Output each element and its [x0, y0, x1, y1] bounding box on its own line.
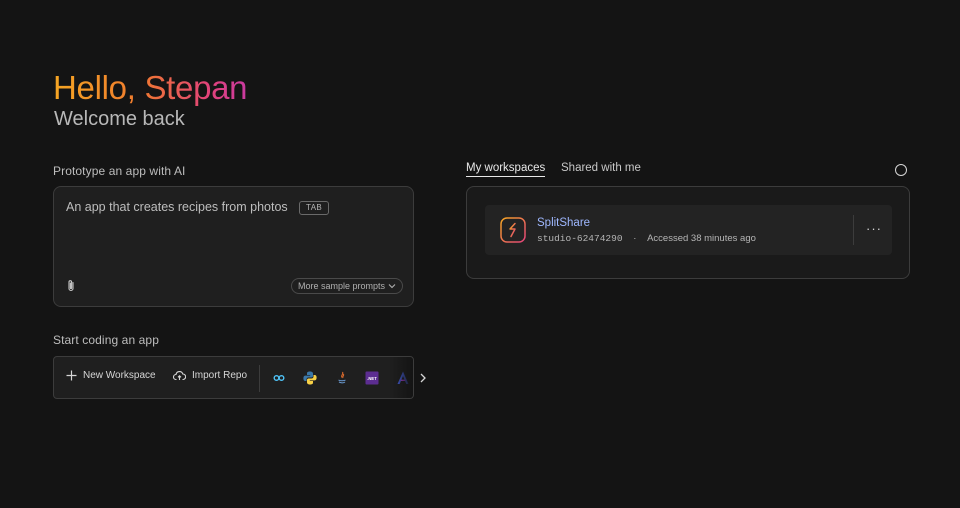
greeting-title: Hello, Stepan: [53, 69, 248, 106]
cloud-upload-icon: [173, 371, 186, 381]
python-template-icon[interactable]: [302, 370, 318, 386]
chevron-right-icon[interactable]: [418, 371, 428, 385]
prompt-placeholder: An app that creates recipes from photos: [66, 200, 288, 214]
import-repo-label: Import Repo: [192, 370, 248, 381]
dotnet-template-icon[interactable]: .NET: [364, 370, 380, 386]
flutter-template-icon[interactable]: [271, 370, 287, 386]
tab-hint-badge: TAB: [299, 201, 330, 215]
dotnet-label: .NET: [367, 376, 377, 381]
coding-toolbar: New Workspace Import Repo .NET: [53, 356, 414, 399]
more-options-button[interactable]: ···: [866, 221, 882, 236]
splitshare-logo-icon: [500, 217, 526, 243]
workspace-id: studio-62474290: [537, 233, 623, 244]
workspace-divider: [853, 215, 854, 245]
workspace-accessed: Accessed 38 minutes ago: [647, 233, 756, 244]
dashboard-page: Hello, Stepan Welcome back Prototype an …: [0, 0, 960, 508]
coding-label: Start coding an app: [53, 333, 159, 347]
meta-separator: ·: [633, 233, 637, 244]
workspace-item[interactable]: SplitShare studio-62474290 · Accessed 38…: [485, 205, 892, 255]
workspace-name[interactable]: SplitShare: [537, 217, 590, 229]
tab-shared-with-me[interactable]: Shared with me: [561, 162, 641, 174]
status-circle-icon[interactable]: [895, 164, 907, 176]
import-repo-button[interactable]: Import Repo: [173, 370, 247, 381]
toolbar-fade: [389, 357, 413, 398]
new-workspace-button[interactable]: New Workspace: [66, 370, 156, 381]
workspace-meta: studio-62474290 · Accessed 38 minutes ag…: [537, 233, 756, 244]
prompt-input[interactable]: An app that creates recipes from photos …: [53, 186, 414, 307]
java-template-icon[interactable]: [334, 370, 350, 386]
prototype-label: Prototype an app with AI: [53, 164, 186, 178]
sample-prompts-button[interactable]: More sample prompts: [290, 278, 403, 294]
tab-my-workspaces[interactable]: My workspaces: [466, 162, 546, 177]
new-workspace-label: New Workspace: [83, 370, 156, 381]
chevron-down-icon: [388, 284, 396, 289]
paperclip-icon[interactable]: [65, 279, 77, 293]
welcome-subtitle: Welcome back: [54, 108, 185, 130]
workspaces-panel: SplitShare studio-62474290 · Accessed 38…: [466, 186, 910, 279]
sample-prompts-label: More sample prompts: [297, 281, 385, 291]
toolbar-divider: [259, 365, 260, 392]
plus-icon: [66, 370, 77, 381]
